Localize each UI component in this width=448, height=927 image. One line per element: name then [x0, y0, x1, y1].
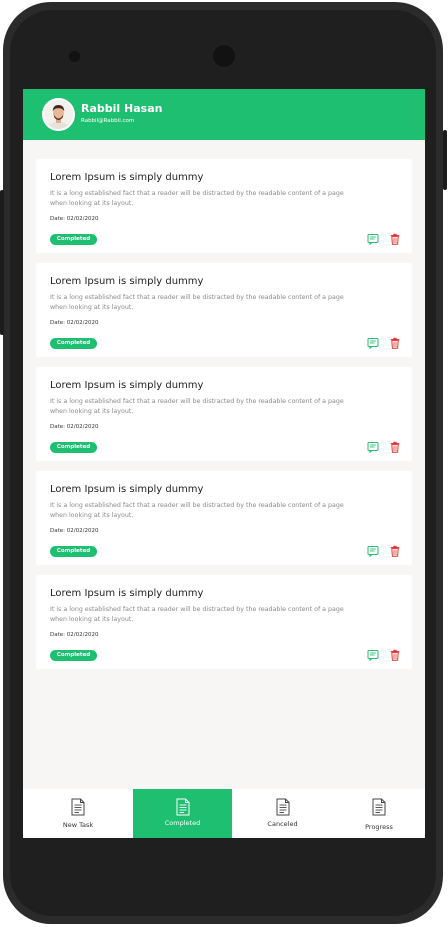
app-screen: Rabbil Hasan Rabbil@Rabbil.com Lorem Ips…: [23, 89, 425, 838]
task-title: Lorem Ipsum is simply dummy: [50, 380, 204, 391]
task-title: Lorem Ipsum is simply dummy: [50, 484, 204, 495]
task-description: It is a long established fact that a rea…: [50, 502, 344, 519]
document-icon: [372, 798, 386, 816]
nav-label: New Task: [62, 821, 94, 829]
task-description: It is a long established fact that a rea…: [50, 294, 344, 311]
task-list: Lorem Ipsum is simply dummy It is a long…: [36, 159, 412, 679]
message-edit-icon[interactable]: [367, 441, 379, 453]
task-date: Date: 02/02/2020: [50, 632, 99, 638]
document-icon: [176, 798, 190, 816]
status-badge[interactable]: Completed: [50, 234, 97, 245]
phone-side-button-right: [443, 130, 447, 190]
status-badge[interactable]: Completed: [50, 650, 97, 661]
task-date: Date: 02/02/2020: [50, 216, 99, 222]
message-edit-icon[interactable]: [367, 649, 379, 661]
app-header: Rabbil Hasan Rabbil@Rabbil.com: [23, 89, 425, 140]
status-badge[interactable]: Completed: [50, 338, 97, 349]
task-card: Lorem Ipsum is simply dummy It is a long…: [36, 263, 412, 357]
nav-label: Canceled: [267, 820, 298, 828]
message-edit-icon[interactable]: [367, 233, 379, 245]
task-date: Date: 02/02/2020: [50, 424, 99, 430]
nav-item-completed[interactable]: Completed: [133, 789, 232, 838]
bottom-navigation: New Task Completed Canceled Progress: [23, 789, 425, 838]
task-description: It is a long established fact that a rea…: [50, 190, 344, 207]
user-email: Rabbil@Rabbil.com: [81, 118, 135, 124]
trash-icon[interactable]: [389, 233, 401, 245]
message-edit-icon[interactable]: [367, 545, 379, 557]
nav-label: Progress: [365, 823, 393, 831]
task-title: Lorem Ipsum is simply dummy: [50, 588, 204, 599]
task-card: Lorem Ipsum is simply dummy It is a long…: [36, 575, 412, 669]
message-edit-icon[interactable]: [367, 337, 379, 349]
document-icon: [71, 798, 85, 816]
task-card: Lorem Ipsum is simply dummy It is a long…: [36, 159, 412, 253]
status-badge[interactable]: Completed: [50, 442, 97, 453]
task-card: Lorem Ipsum is simply dummy It is a long…: [36, 367, 412, 461]
phone-sensor: [69, 51, 80, 62]
document-icon: [276, 798, 290, 816]
nav-item-canceled[interactable]: Canceled: [232, 789, 333, 838]
user-avatar[interactable]: [42, 98, 75, 131]
trash-icon[interactable]: [389, 649, 401, 661]
task-title: Lorem Ipsum is simply dummy: [50, 276, 204, 287]
nav-item-new-task[interactable]: New Task: [23, 789, 133, 838]
nav-item-progress[interactable]: Progress: [333, 789, 425, 838]
user-name: Rabbil Hasan: [81, 102, 163, 115]
status-badge[interactable]: Completed: [50, 546, 97, 557]
task-card: Lorem Ipsum is simply dummy It is a long…: [36, 471, 412, 565]
phone-side-button-left: [0, 190, 4, 335]
trash-icon[interactable]: [389, 441, 401, 453]
task-description: It is a long established fact that a rea…: [50, 398, 344, 415]
trash-icon[interactable]: [389, 337, 401, 349]
trash-icon[interactable]: [389, 545, 401, 557]
task-description: It is a long established fact that a rea…: [50, 606, 344, 623]
task-date: Date: 02/02/2020: [50, 320, 99, 326]
task-date: Date: 02/02/2020: [50, 528, 99, 534]
task-title: Lorem Ipsum is simply dummy: [50, 172, 204, 183]
avatar-image: [44, 100, 73, 129]
phone-camera: [213, 45, 235, 67]
nav-label: Completed: [164, 819, 201, 827]
